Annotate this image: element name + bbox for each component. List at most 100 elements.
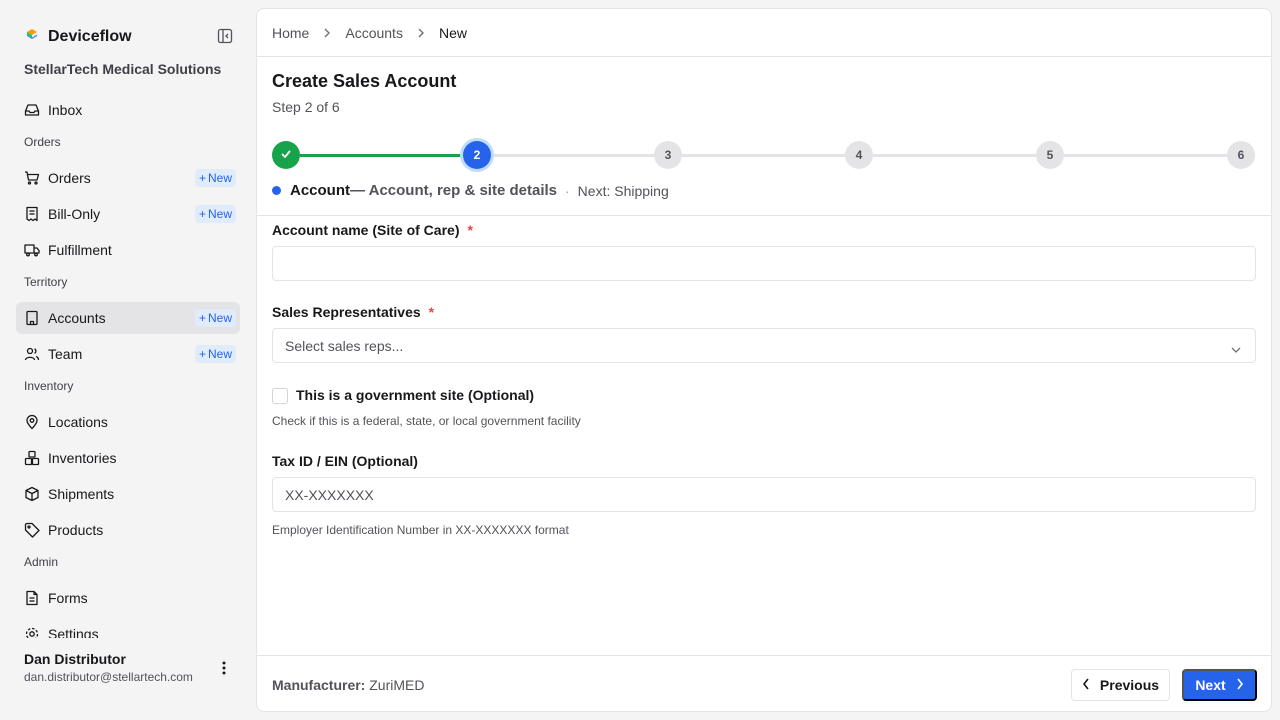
new-bill-only-button[interactable]: + New xyxy=(194,205,236,223)
previous-button[interactable]: Previous xyxy=(1071,669,1170,701)
main-panel: Home Accounts New Create Sales Account S… xyxy=(256,8,1272,712)
account-name-input[interactable] xyxy=(272,246,1256,281)
truck-icon xyxy=(24,242,40,258)
step-2[interactable]: 2 xyxy=(463,141,491,169)
required-asterisk: * xyxy=(467,222,473,238)
file-text-icon xyxy=(24,590,40,606)
sidebar-item-label: Forms xyxy=(48,590,88,606)
step-connector-4 xyxy=(873,154,1036,157)
sidebar-item-label: Locations xyxy=(48,414,108,430)
user-profile[interactable]: Dan Distributor dan.distributor@stellart… xyxy=(24,651,193,684)
stepper-divider xyxy=(257,215,1271,216)
step-5[interactable]: 5 xyxy=(1036,141,1064,169)
sidebar-item-inventories[interactable]: Inventories xyxy=(16,442,240,474)
previous-button-label: Previous xyxy=(1099,677,1160,693)
tax-id-help: Employer Identification Number in XX-XXX… xyxy=(272,523,569,537)
current-step-description: — Account, rep & site details xyxy=(350,182,557,199)
sidebar-section-territory: Territory xyxy=(24,275,68,289)
current-step-name: Account xyxy=(290,182,350,199)
sidebar-item-fulfillment[interactable]: Fulfillment xyxy=(16,234,240,266)
government-site-label[interactable]: This is a government site (Optional) xyxy=(296,387,534,403)
new-team-member-button[interactable]: + New xyxy=(194,345,236,363)
plus-icon: + xyxy=(198,311,206,325)
sidebar-item-team[interactable]: Team + New xyxy=(16,338,240,370)
new-label: New xyxy=(207,347,232,361)
users-icon xyxy=(24,346,40,362)
sidebar-item-forms[interactable]: Forms xyxy=(16,582,240,614)
sales-reps-label-text: Sales Representatives xyxy=(272,304,421,320)
sidebar-item-label: Team xyxy=(48,346,83,362)
page-title: Create Sales Account xyxy=(272,71,457,91)
step-info-separator: · xyxy=(565,182,570,199)
tax-id-input[interactable] xyxy=(272,477,1256,512)
sidebar-item-accounts[interactable]: Accounts + New xyxy=(16,302,240,334)
tag-icon xyxy=(24,522,40,538)
sidebar-item-locations[interactable]: Locations xyxy=(16,406,240,438)
chevron-right-icon xyxy=(417,28,425,38)
chevron-down-icon xyxy=(1231,341,1241,359)
new-account-button[interactable]: + New xyxy=(194,309,236,327)
chevron-left-icon xyxy=(1082,677,1090,693)
sidebar-item-label: Fulfillment xyxy=(48,242,112,258)
sidebar-item-inbox[interactable]: Inbox xyxy=(16,94,240,126)
more-vertical-icon[interactable] xyxy=(216,660,232,676)
manufacturer-info: Manufacturer: ZuriMED xyxy=(272,677,424,693)
new-label: New xyxy=(207,311,232,325)
cart-icon xyxy=(24,170,40,186)
sidebar-item-label: Bill-Only xyxy=(48,206,101,222)
breadcrumb-home[interactable]: Home xyxy=(272,25,309,41)
new-order-button[interactable]: + New xyxy=(194,169,236,187)
current-step-info: Account — Account, rep & site details · … xyxy=(272,182,669,199)
app-name: Deviceflow xyxy=(48,27,132,45)
next-button-label: Next xyxy=(1195,677,1226,693)
sidebar-item-label: Products xyxy=(48,522,104,538)
sidebar-item-label: Inventories xyxy=(48,450,117,466)
brand[interactable]: Deviceflow xyxy=(24,26,132,47)
step-counter: Step 2 of 6 xyxy=(272,99,340,115)
step-4[interactable]: 4 xyxy=(845,141,873,169)
plus-icon: + xyxy=(198,171,206,185)
check-icon xyxy=(280,148,292,163)
sidebar: Deviceflow StellarTech Medical Solutions… xyxy=(0,0,256,720)
sidebar-item-settings[interactable]: Settings xyxy=(16,618,240,638)
new-label: New xyxy=(207,171,232,185)
sidebar-section-admin: Admin xyxy=(24,555,59,569)
step-connector-5 xyxy=(1064,154,1227,157)
sales-reps-select[interactable]: Select sales reps... xyxy=(272,328,1256,363)
plus-icon: + xyxy=(198,347,206,361)
manufacturer-value: ZuriMED xyxy=(369,677,425,693)
manufacturer-label: Manufacturer: xyxy=(272,677,366,693)
step-connector-3 xyxy=(682,154,845,157)
account-name-label: Account name (Site of Care) * xyxy=(272,222,473,238)
sidebar-item-shipments[interactable]: Shipments xyxy=(16,478,240,510)
sidebar-item-bill-only[interactable]: Bill-Only + New xyxy=(16,198,240,230)
step-3[interactable]: 3 xyxy=(654,141,682,169)
account-name-label-text: Account name (Site of Care) xyxy=(272,222,460,238)
sidebar-item-products[interactable]: Products xyxy=(16,514,240,546)
step-1-complete[interactable] xyxy=(272,141,300,169)
sales-reps-label: Sales Representatives * xyxy=(272,304,434,320)
user-name: Dan Distributor xyxy=(24,651,126,667)
tax-id-label: Tax ID / EIN (Optional) xyxy=(272,453,418,469)
boxes-icon xyxy=(24,450,40,466)
sidebar-nav: Inbox Orders Orders + New Bill-Only + New … xyxy=(16,94,240,638)
user-email: dan.distributor@stellartech.com xyxy=(24,670,193,684)
sidebar-item-orders[interactable]: Orders + New xyxy=(16,162,240,194)
sidebar-section-inventory: Inventory xyxy=(24,379,74,393)
package-icon xyxy=(24,486,40,502)
breadcrumb: Home Accounts New xyxy=(272,25,467,41)
sidebar-item-label: Settings xyxy=(48,626,99,638)
next-button[interactable]: Next xyxy=(1182,669,1257,701)
organization-name[interactable]: StellarTech Medical Solutions xyxy=(24,61,221,77)
breadcrumb-accounts[interactable]: Accounts xyxy=(345,25,403,41)
sidebar-collapse-icon[interactable] xyxy=(216,27,234,45)
chevron-right-icon xyxy=(323,28,331,38)
government-site-checkbox[interactable] xyxy=(272,388,288,404)
stepper: 2 3 4 5 6 xyxy=(272,140,1258,170)
step-6[interactable]: 6 xyxy=(1227,141,1255,169)
plus-icon: + xyxy=(198,207,206,221)
building-icon xyxy=(24,310,40,326)
header-divider xyxy=(257,56,1271,57)
breadcrumb-current: New xyxy=(438,25,467,41)
receipt-icon xyxy=(24,206,40,222)
